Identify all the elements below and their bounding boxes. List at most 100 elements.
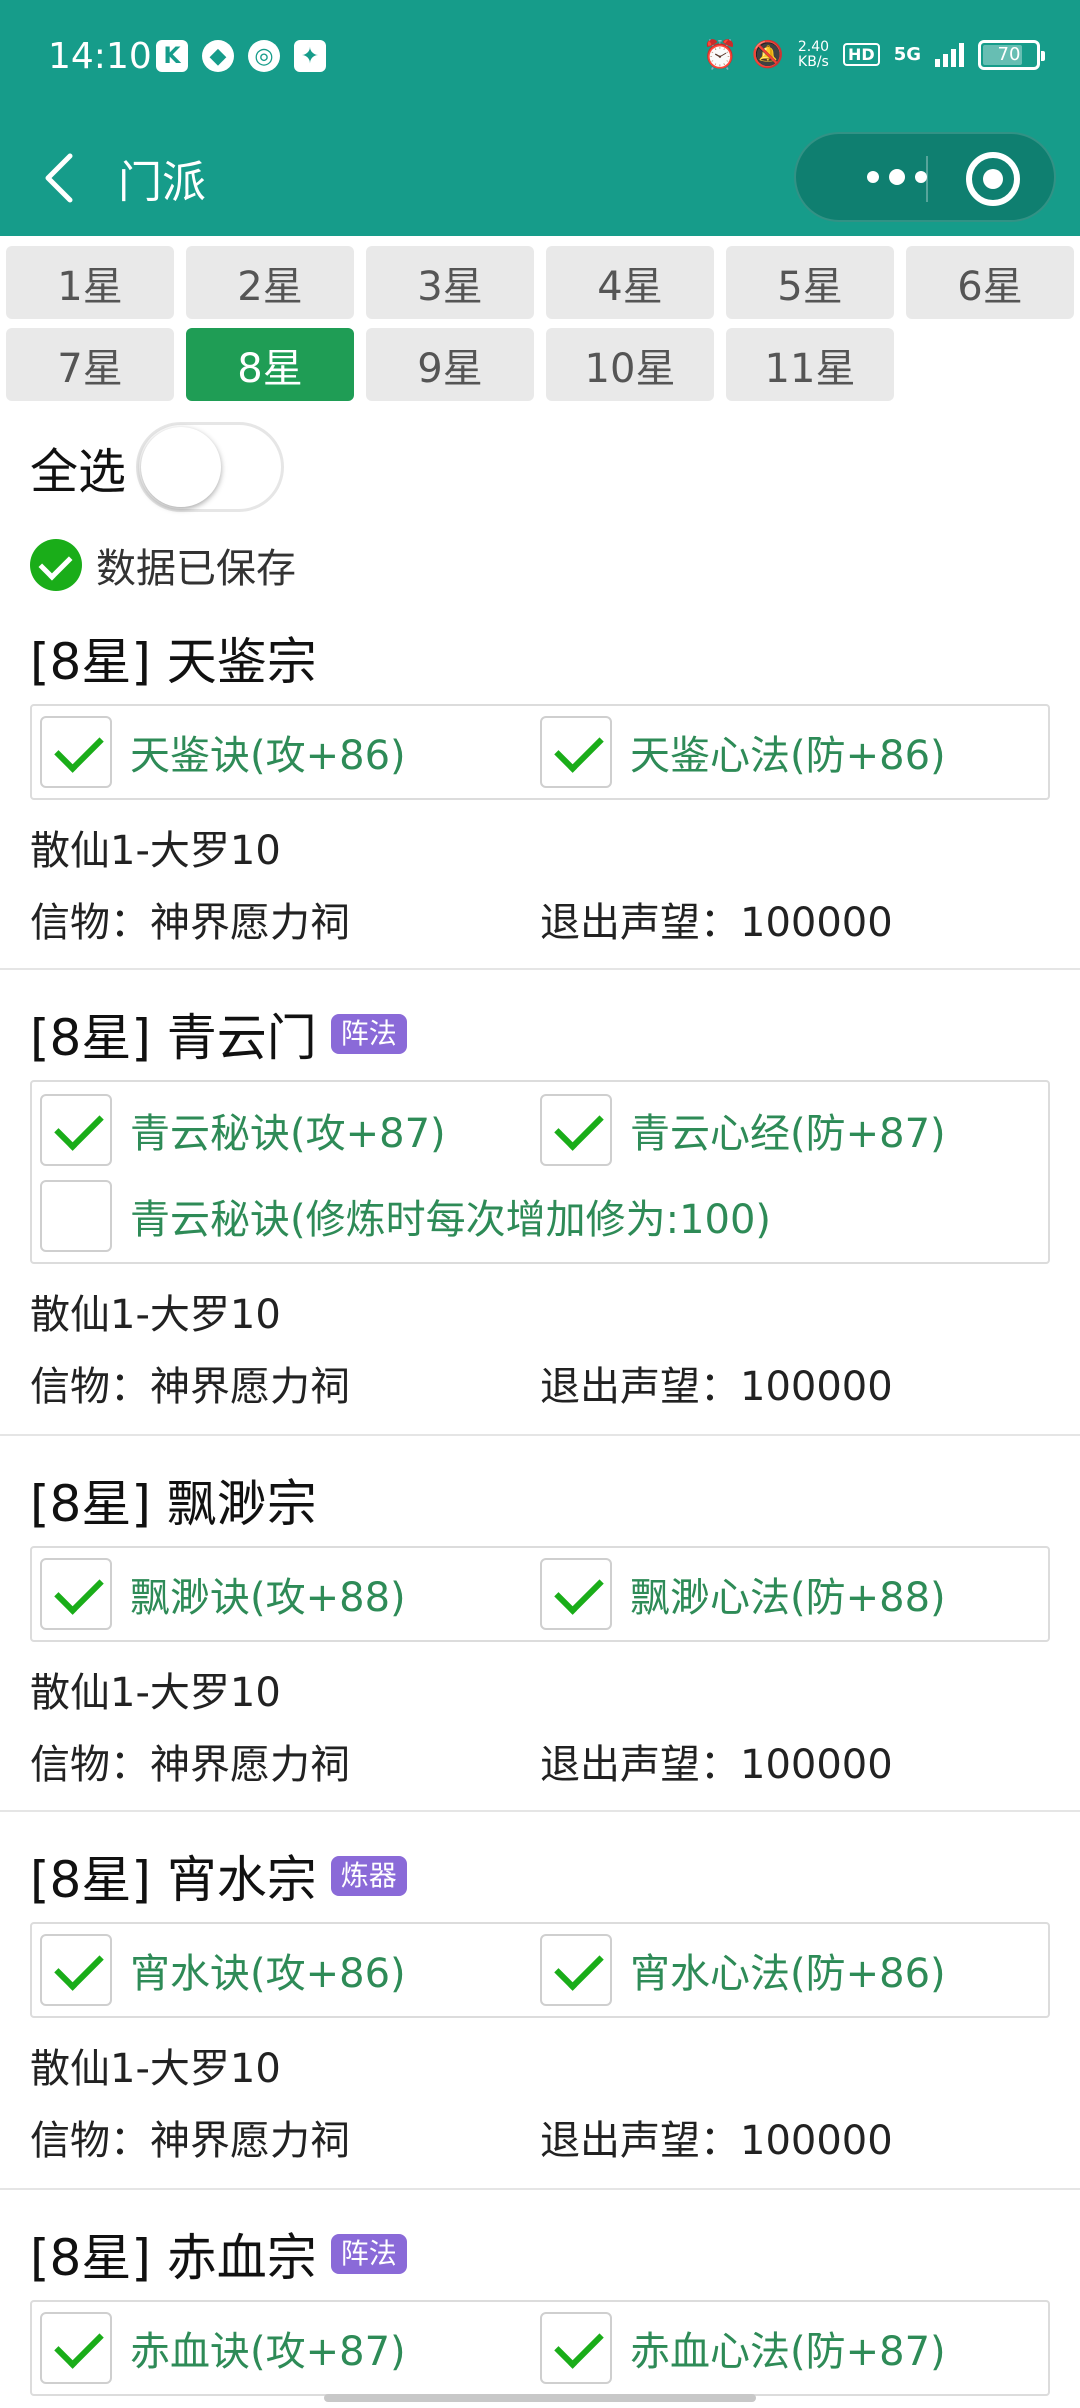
- skill-option[interactable]: 赤血心法(防+87): [540, 2312, 946, 2384]
- sect-title: [8星] 青云门 阵法: [30, 998, 407, 1070]
- realm-range: 散仙1-大罗10: [30, 2046, 281, 2092]
- page-title: 门派: [118, 157, 206, 208]
- skill-label: 宵水心法(防+86): [630, 1951, 946, 1997]
- relic-info: 信物：神界愿力祠: [30, 900, 350, 946]
- close-miniprogram-icon[interactable]: [966, 152, 1020, 206]
- realm-range: 散仙1-大罗10: [30, 1292, 281, 1338]
- home-indicator[interactable]: [324, 2394, 756, 2402]
- system-icons: ⏰ 🔕 2.40 KB/s HD 5G 70: [702, 38, 1045, 71]
- star-tab-1[interactable]: 1星: [6, 246, 174, 319]
- select-all-toggle[interactable]: [136, 422, 285, 512]
- sect-title: [8星] 飘渺宗: [30, 1475, 317, 1533]
- sect-card: [8星] 青云门 阵法 青云秘诀(攻+87) 青云心经(防+87) 青云秘诀(修…: [0, 972, 1080, 1436]
- skill-label: 宵水诀(攻+86): [130, 1951, 406, 1997]
- star-tab-8[interactable]: 8星: [186, 328, 354, 401]
- skill-label: 青云秘诀(修炼时每次增加修为:100): [130, 1197, 772, 1243]
- exit-reputation: 退出声望：100000: [540, 1742, 893, 1788]
- skill-checkbox[interactable]: [40, 1180, 112, 1252]
- skill-label: 赤血诀(攻+87): [130, 2329, 406, 2375]
- skill-checkbox[interactable]: [540, 716, 612, 788]
- star-tab-9[interactable]: 9星: [366, 328, 534, 401]
- skill-list: 飘渺诀(攻+88) 飘渺心法(防+88): [30, 1546, 1050, 1642]
- mute-bell-icon: 🔕: [751, 39, 784, 70]
- star-tab-7[interactable]: 7星: [6, 328, 174, 401]
- hd-icon: HD: [843, 43, 880, 66]
- save-status: 数据已保存: [30, 536, 296, 594]
- skill-option[interactable]: 青云秘诀(攻+87): [40, 1094, 446, 1166]
- sect-badge: 阵法: [330, 2234, 407, 2274]
- sect-title: [8星] 宵水宗 炼器: [30, 1840, 407, 1912]
- app-header: 14:10 K ◆ ◎ ✦ ⏰ 🔕 2.40 KB/s HD 5G 70 门派: [0, 0, 1080, 236]
- network-type: 5G: [893, 44, 921, 65]
- miniprogram-capsule: [794, 132, 1056, 222]
- exit-reputation: 退出声望：100000: [540, 1364, 893, 1410]
- sect-badge: 炼器: [330, 1856, 407, 1896]
- skill-checkbox[interactable]: [40, 1934, 112, 2006]
- k-app-icon: K: [156, 40, 188, 72]
- skill-checkbox[interactable]: [540, 1094, 612, 1166]
- skill-list: 赤血诀(攻+87) 赤血心法(防+87): [30, 2300, 1050, 2396]
- exit-reputation: 退出声望：100000: [540, 900, 893, 946]
- skill-option[interactable]: 宵水心法(防+86): [540, 1934, 946, 2006]
- skill-option[interactable]: 飘渺心法(防+88): [540, 1558, 946, 1630]
- battery-icon: 70: [978, 39, 1045, 70]
- skill-label: 飘渺心法(防+88): [630, 1575, 946, 1621]
- status-bar: 14:10 K ◆ ◎ ✦ ⏰ 🔕 2.40 KB/s HD 5G 70: [0, 0, 1080, 120]
- signal-icon: [935, 42, 964, 67]
- game-icon: ✦: [294, 40, 326, 72]
- select-all-label: 全选: [30, 444, 127, 500]
- skill-option[interactable]: 天鉴诀(攻+86): [40, 716, 406, 788]
- star-tab-3[interactable]: 3星: [366, 246, 534, 319]
- skill-label: 飘渺诀(攻+88): [130, 1575, 406, 1621]
- select-all-row: 全选: [30, 420, 285, 514]
- sect-badge: 阵法: [330, 1014, 407, 1054]
- sect-card: [8星] 飘渺宗 飘渺诀(攻+88) 飘渺心法(防+88) 散仙1-大罗10 信…: [0, 1438, 1080, 1812]
- star-tab-5[interactable]: 5星: [726, 246, 894, 319]
- toggle-knob: [141, 427, 222, 507]
- skill-list: 天鉴诀(攻+86) 天鉴心法(防+86): [30, 704, 1050, 800]
- skill-option[interactable]: 青云秘诀(修炼时每次增加修为:100): [40, 1180, 771, 1252]
- skill-checkbox[interactable]: [40, 1094, 112, 1166]
- skill-list: 青云秘诀(攻+87) 青云心经(防+87) 青云秘诀(修炼时每次增加修为:100…: [30, 1080, 1050, 1264]
- relic-info: 信物：神界愿力祠: [30, 2118, 350, 2164]
- skill-list: 宵水诀(攻+86) 宵水心法(防+86): [30, 1922, 1050, 2018]
- relic-info: 信物：神界愿力祠: [30, 1364, 350, 1410]
- notification-icons: K ◆ ◎ ✦: [156, 40, 326, 72]
- capsule-divider: [926, 156, 928, 202]
- netease-icon: ◎: [248, 40, 280, 72]
- network-speed: 2.40 KB/s: [797, 38, 830, 70]
- skill-label: 天鉴心法(防+86): [630, 733, 946, 779]
- skill-option[interactable]: 宵水诀(攻+86): [40, 1934, 406, 2006]
- skill-option[interactable]: 赤血诀(攻+87): [40, 2312, 406, 2384]
- sect-card: [8星] 宵水宗 炼器 宵水诀(攻+86) 宵水心法(防+86) 散仙1-大罗1…: [0, 1814, 1080, 2190]
- nav-bar: 门派: [0, 120, 1080, 236]
- relic-info: 信物：神界愿力祠: [30, 1742, 350, 1788]
- skill-checkbox[interactable]: [540, 2312, 612, 2384]
- skill-label: 青云秘诀(攻+87): [130, 1111, 446, 1157]
- skill-label: 青云心经(防+87): [630, 1111, 946, 1157]
- star-tab-10[interactable]: 10星: [546, 328, 714, 401]
- status-time: 14:10: [48, 36, 152, 77]
- save-status-text: 数据已保存: [96, 546, 296, 592]
- skill-checkbox[interactable]: [40, 2312, 112, 2384]
- star-tab-6[interactable]: 6星: [906, 246, 1074, 319]
- star-tab-11[interactable]: 11星: [726, 328, 894, 401]
- skill-option[interactable]: 天鉴心法(防+86): [540, 716, 946, 788]
- back-arrow-icon[interactable]: [40, 148, 80, 208]
- star-tab-2[interactable]: 2星: [186, 246, 354, 319]
- skill-label: 天鉴诀(攻+86): [130, 733, 406, 779]
- star-tab-4[interactable]: 4星: [546, 246, 714, 319]
- check-circle-icon: [30, 539, 82, 591]
- skill-label: 赤血心法(防+87): [630, 2329, 946, 2375]
- skill-checkbox[interactable]: [40, 1558, 112, 1630]
- sect-title: [8星] 赤血宗 阵法: [30, 2218, 407, 2290]
- skill-checkbox[interactable]: [540, 1558, 612, 1630]
- exit-reputation: 退出声望：100000: [540, 2118, 893, 2164]
- alarm-icon: ⏰: [702, 38, 738, 71]
- more-menu-icon[interactable]: [832, 134, 962, 220]
- skill-checkbox[interactable]: [40, 716, 112, 788]
- skill-checkbox[interactable]: [540, 1934, 612, 2006]
- skill-option[interactable]: 青云心经(防+87): [540, 1094, 946, 1166]
- skill-option[interactable]: 飘渺诀(攻+88): [40, 1558, 406, 1630]
- sect-title: [8星] 天鉴宗: [30, 633, 317, 691]
